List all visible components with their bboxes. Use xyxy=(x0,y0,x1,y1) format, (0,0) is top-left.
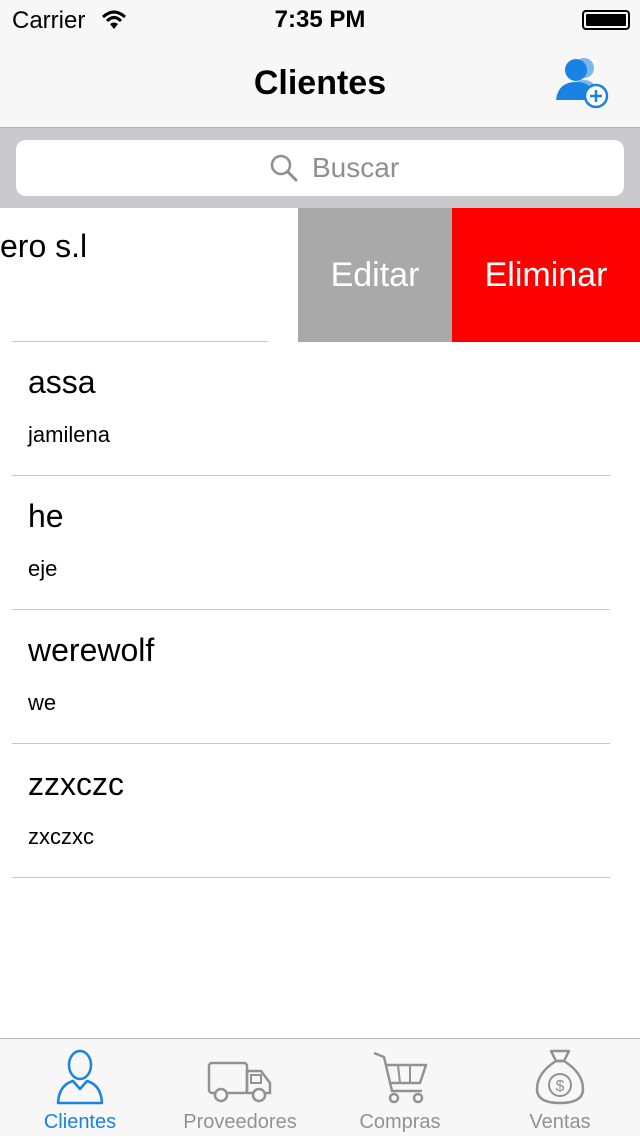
battery-icon xyxy=(582,10,630,30)
client-city: zxczxc xyxy=(28,824,94,849)
add-user-icon xyxy=(556,58,609,109)
edit-button[interactable]: Editar xyxy=(298,208,452,342)
delete-button[interactable]: Eliminar xyxy=(452,208,640,342)
tab-label: Proveedores xyxy=(183,1111,297,1133)
list-item[interactable]: werewolf we xyxy=(0,610,640,744)
client-city: we xyxy=(28,690,57,715)
cart-icon xyxy=(373,1051,428,1104)
navigation-bar: Clientes xyxy=(0,40,640,128)
client-city: eje xyxy=(28,556,58,581)
person-icon xyxy=(56,1049,104,1105)
page-title: Clientes xyxy=(253,64,387,102)
tab-label: Clientes xyxy=(43,1111,117,1133)
client-name: ero s.l xyxy=(0,228,88,264)
search-input[interactable] xyxy=(312,148,612,188)
money-bag-icon: $ xyxy=(535,1049,585,1105)
tab-compras[interactable]: Compras xyxy=(320,1039,480,1137)
tab-clientes[interactable]: Clientes xyxy=(0,1039,160,1137)
search-icon xyxy=(270,154,298,187)
list-item[interactable]: assa jamilena xyxy=(0,342,640,476)
client-name: werewolf xyxy=(28,632,155,668)
client-name: he xyxy=(28,498,64,534)
tab-proveedores[interactable]: Proveedores xyxy=(160,1039,320,1137)
tab-label: Ventas xyxy=(529,1111,591,1133)
svg-text:$: $ xyxy=(556,1078,565,1095)
truck-icon xyxy=(207,1061,272,1103)
client-name: zzxczc xyxy=(28,766,124,802)
row-separator xyxy=(12,877,610,878)
clock: 7:35 PM xyxy=(274,6,366,33)
client-name: assa xyxy=(28,364,96,400)
client-city: jamilena xyxy=(28,422,110,447)
tab-ventas[interactable]: $ Ventas xyxy=(480,1039,640,1137)
list-item[interactable]: zzxczc zxczxc xyxy=(0,744,640,878)
tab-label: Compras xyxy=(359,1111,441,1133)
tab-bar: Clientes Proveedores Compras $ Ventas xyxy=(0,1038,640,1136)
swiped-row[interactable]: ero s.l Editar Eliminar xyxy=(0,208,640,342)
search-field[interactable] xyxy=(16,140,624,196)
search-bar xyxy=(0,128,640,208)
status-bar: Carrier 7:35 PM xyxy=(0,0,640,40)
list-item[interactable]: he eje xyxy=(0,476,640,610)
add-client-button[interactable] xyxy=(554,56,612,112)
